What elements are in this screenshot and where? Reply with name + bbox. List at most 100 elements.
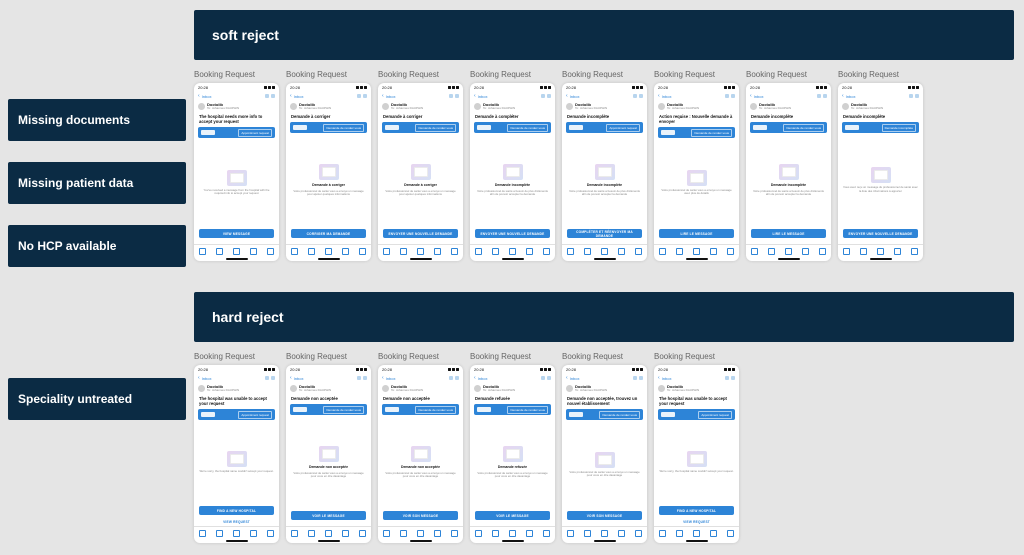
reply-all-icon[interactable] xyxy=(710,248,717,255)
primary-button[interactable]: VOIR SON MESSAGE xyxy=(567,511,642,520)
inbox-label[interactable]: Inbox xyxy=(202,376,212,381)
reply-icon[interactable] xyxy=(509,530,516,537)
reply-icon[interactable] xyxy=(325,530,332,537)
trash-icon[interactable] xyxy=(567,530,574,537)
reply-icon[interactable] xyxy=(693,248,700,255)
compose-icon[interactable] xyxy=(267,248,274,255)
back-chevron-icon[interactable]: ‹ xyxy=(382,93,384,99)
inbox-label[interactable]: Inbox xyxy=(478,376,488,381)
reply-icon[interactable] xyxy=(601,248,608,255)
primary-button[interactable]: VOIR LE MESSAGE xyxy=(291,511,366,520)
category-missing-patient[interactable]: Missing patient data xyxy=(8,162,186,204)
folder-icon[interactable] xyxy=(492,530,499,537)
mockup-card[interactable]: Booking Request20:28‹InboxDoctolibTo: Jo… xyxy=(654,352,739,543)
mockup-card[interactable]: Booking Request20:28‹InboxDoctolibTo: Jo… xyxy=(746,70,831,261)
reply-all-icon[interactable] xyxy=(342,248,349,255)
nav-action-icon[interactable] xyxy=(271,94,275,98)
compose-icon[interactable] xyxy=(635,530,642,537)
back-chevron-icon[interactable]: ‹ xyxy=(290,93,292,99)
primary-button[interactable]: VOIR LE MESSAGE xyxy=(475,511,550,520)
inbox-label[interactable]: Inbox xyxy=(294,376,304,381)
back-chevron-icon[interactable]: ‹ xyxy=(658,375,660,381)
secondary-button[interactable]: VIEW REQUEST xyxy=(199,517,274,526)
reply-all-icon[interactable] xyxy=(434,530,441,537)
folder-icon[interactable] xyxy=(400,530,407,537)
back-chevron-icon[interactable]: ‹ xyxy=(198,93,200,99)
mockup-card[interactable]: Booking Request20:28‹InboxDoctolibTo: Jo… xyxy=(286,352,371,543)
inbox-label[interactable]: Inbox xyxy=(294,94,304,99)
reply-icon[interactable] xyxy=(601,530,608,537)
trash-icon[interactable] xyxy=(659,248,666,255)
nav-action-icon[interactable] xyxy=(915,94,919,98)
inbox-label[interactable]: Inbox xyxy=(754,94,764,99)
trash-icon[interactable] xyxy=(659,530,666,537)
trash-icon[interactable] xyxy=(475,248,482,255)
mockup-card[interactable]: Booking Request20:28‹InboxDoctolibTo: Jo… xyxy=(562,70,647,261)
reply-all-icon[interactable] xyxy=(618,530,625,537)
inbox-label[interactable]: Inbox xyxy=(662,376,672,381)
nav-action-icon[interactable] xyxy=(265,94,269,98)
nav-action-icon[interactable] xyxy=(823,94,827,98)
reply-all-icon[interactable] xyxy=(526,530,533,537)
folder-icon[interactable] xyxy=(860,248,867,255)
folder-icon[interactable] xyxy=(584,530,591,537)
nav-action-icon[interactable] xyxy=(725,94,729,98)
back-chevron-icon[interactable]: ‹ xyxy=(750,93,752,99)
inbox-label[interactable]: Inbox xyxy=(662,94,672,99)
primary-button[interactable]: ENVOYER UNE NOUVELLE DEMANDE xyxy=(843,229,918,238)
trash-icon[interactable] xyxy=(843,248,850,255)
compose-icon[interactable] xyxy=(451,248,458,255)
nav-action-icon[interactable] xyxy=(357,94,361,98)
mockup-card[interactable]: Booking Request20:28‹InboxDoctolibTo: Jo… xyxy=(378,70,463,261)
primary-button[interactable]: COMPLÉTER ET RÉENVOYER MA DEMANDE xyxy=(567,229,642,238)
back-chevron-icon[interactable]: ‹ xyxy=(566,375,568,381)
reply-icon[interactable] xyxy=(233,248,240,255)
nav-action-icon[interactable] xyxy=(633,376,637,380)
nav-action-icon[interactable] xyxy=(547,376,551,380)
folder-icon[interactable] xyxy=(308,530,315,537)
compose-icon[interactable] xyxy=(635,248,642,255)
nav-action-icon[interactable] xyxy=(547,94,551,98)
primary-button[interactable]: ENVOYER UNE NOUVELLE DEMANDE xyxy=(383,229,458,238)
back-chevron-icon[interactable]: ‹ xyxy=(842,93,844,99)
primary-button[interactable]: LIRE LE MESSAGE xyxy=(751,229,826,238)
reply-icon[interactable] xyxy=(417,248,424,255)
inbox-label[interactable]: Inbox xyxy=(386,376,396,381)
reply-all-icon[interactable] xyxy=(710,530,717,537)
nav-action-icon[interactable] xyxy=(357,376,361,380)
nav-action-icon[interactable] xyxy=(541,376,545,380)
nav-action-icon[interactable] xyxy=(817,94,821,98)
trash-icon[interactable] xyxy=(475,530,482,537)
folder-icon[interactable] xyxy=(768,248,775,255)
mockup-card[interactable]: Booking Request20:28‹InboxDoctolibTo: Jo… xyxy=(470,352,555,543)
nav-action-icon[interactable] xyxy=(633,94,637,98)
trash-icon[interactable] xyxy=(383,530,390,537)
trash-icon[interactable] xyxy=(199,530,206,537)
reply-all-icon[interactable] xyxy=(250,530,257,537)
reply-all-icon[interactable] xyxy=(250,248,257,255)
primary-button[interactable]: FIND A NEW HOSPITAL xyxy=(199,506,274,515)
category-no-hcp[interactable]: No HCP available xyxy=(8,225,186,267)
inbox-label[interactable]: Inbox xyxy=(570,376,580,381)
back-chevron-icon[interactable]: ‹ xyxy=(382,375,384,381)
primary-button[interactable]: FIND A NEW HOSPITAL xyxy=(659,506,734,515)
trash-icon[interactable] xyxy=(567,248,574,255)
reply-all-icon[interactable] xyxy=(434,248,441,255)
nav-action-icon[interactable] xyxy=(363,376,367,380)
compose-icon[interactable] xyxy=(727,248,734,255)
mockup-card[interactable]: Booking Request20:28‹InboxDoctolibTo: Jo… xyxy=(286,70,371,261)
primary-button[interactable]: CORRIGER MA DEMANDE xyxy=(291,229,366,238)
primary-button[interactable]: ENVOYER UNE NOUVELLE DEMANDE xyxy=(475,229,550,238)
compose-icon[interactable] xyxy=(359,248,366,255)
reply-icon[interactable] xyxy=(877,248,884,255)
inbox-label[interactable]: Inbox xyxy=(386,94,396,99)
nav-action-icon[interactable] xyxy=(725,376,729,380)
back-chevron-icon[interactable]: ‹ xyxy=(474,375,476,381)
compose-icon[interactable] xyxy=(543,248,550,255)
nav-action-icon[interactable] xyxy=(731,376,735,380)
compose-icon[interactable] xyxy=(451,530,458,537)
trash-icon[interactable] xyxy=(291,248,298,255)
folder-icon[interactable] xyxy=(584,248,591,255)
nav-action-icon[interactable] xyxy=(271,376,275,380)
nav-action-icon[interactable] xyxy=(449,376,453,380)
